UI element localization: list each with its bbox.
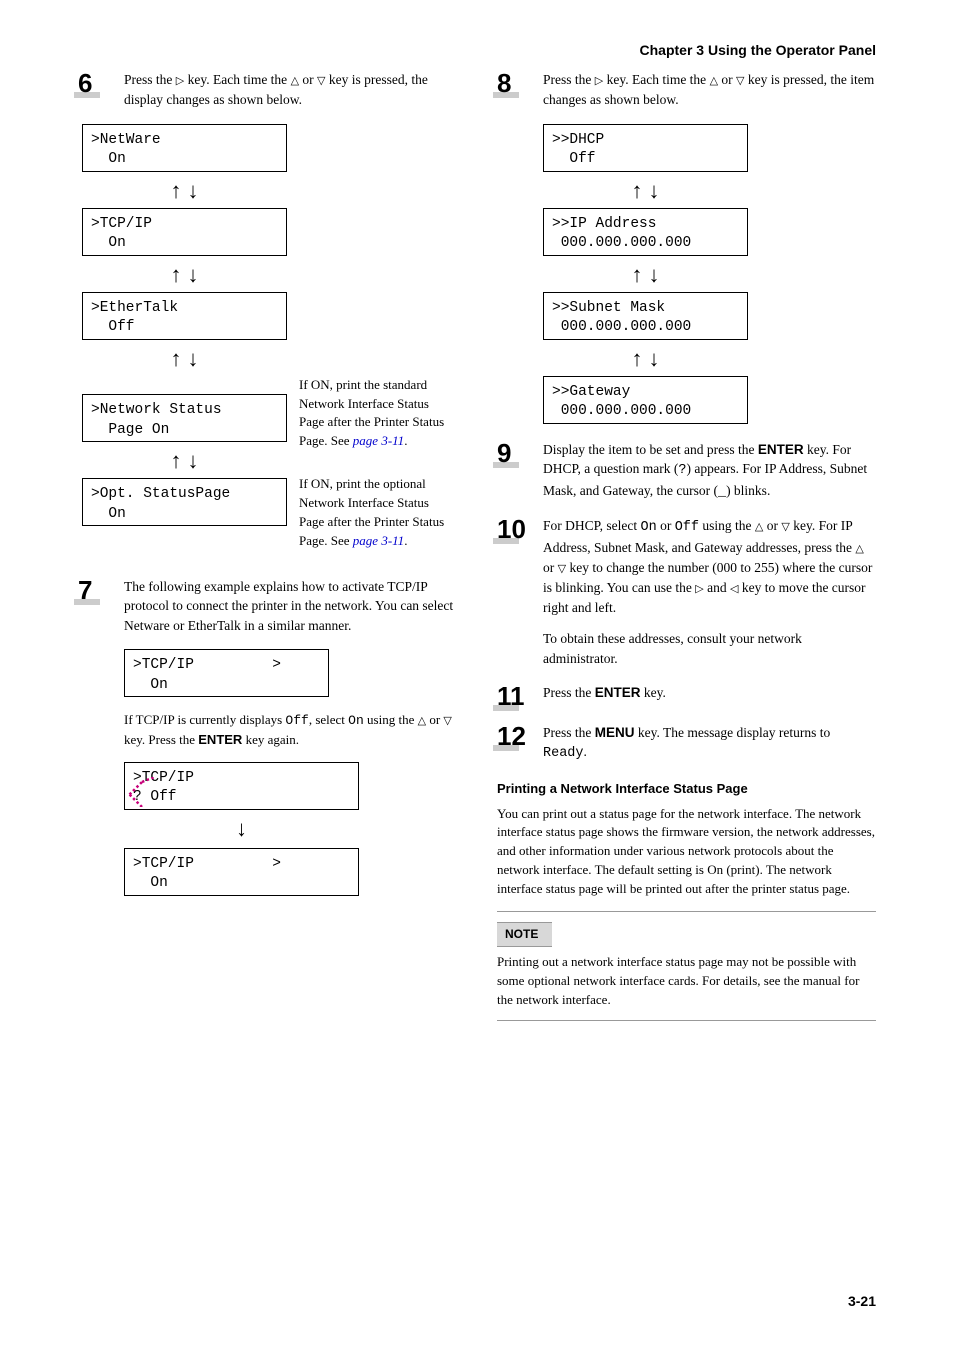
section-body: You can print out a status page for the … bbox=[497, 805, 876, 899]
lcd-tcpip: >TCP/IP On bbox=[82, 208, 287, 256]
page-link[interactable]: page 3-11 bbox=[353, 533, 404, 548]
updown-arrows-icon: ↑ ↓ bbox=[543, 264, 748, 286]
step-6-text: Press the key. Each time the or key is p… bbox=[124, 70, 457, 110]
step-9-number: 9 bbox=[497, 440, 531, 503]
page-link[interactable]: page 3-11 bbox=[353, 433, 404, 448]
page-number: 3-21 bbox=[848, 1291, 876, 1311]
lcd-tcpip-on2: >TCP/IP > On bbox=[124, 848, 359, 896]
lcd-ip-address: >>IP Address 000.000.000.000 bbox=[543, 208, 748, 256]
lcd-ethertalk: >EtherTalk Off bbox=[82, 292, 287, 340]
step-12-text: Press the MENU key. The message display … bbox=[543, 723, 876, 764]
updown-arrows-icon: ↑ ↓ bbox=[543, 180, 748, 202]
step-8-number: 8 bbox=[497, 70, 531, 110]
updown-arrows-icon: ↑ ↓ bbox=[543, 348, 748, 370]
step-11-text: Press the ENTER key. bbox=[543, 683, 876, 709]
updown-arrows-icon: ↑ ↓ bbox=[82, 348, 287, 370]
lcd-opt-statuspage: >Opt. StatusPage On bbox=[82, 478, 287, 526]
lcd-subnet-mask: >>Subnet Mask 000.000.000.000 bbox=[543, 292, 748, 340]
step-10-number: 10 bbox=[497, 516, 531, 668]
right-column: 8 Press the key. Each time the or key is… bbox=[497, 70, 876, 1026]
updown-arrows-icon: ↑ ↓ bbox=[82, 180, 287, 202]
section-heading: Printing a Network Interface Status Page bbox=[497, 780, 876, 799]
step-12-number: 12 bbox=[497, 723, 531, 764]
lcd-netware: >NetWare On bbox=[82, 124, 287, 172]
step-6-number: 6 bbox=[78, 70, 112, 110]
note-body: Printing out a network interface status … bbox=[497, 953, 876, 1021]
lcd-tcpip-on: >TCP/IP > On bbox=[124, 649, 329, 697]
chapter-title: Chapter 3 Using the Operator Panel bbox=[78, 40, 876, 60]
left-column: 6 Press the key. Each time the or key is… bbox=[78, 70, 457, 1026]
lcd-tcpip-off-cursor: >TCP/IP ? Off bbox=[124, 762, 359, 810]
side-text-network: If ON, print the standard Network Interf… bbox=[299, 376, 457, 451]
side-text-opt: If ON, print the optional Network Interf… bbox=[299, 475, 457, 550]
step-8-text: Press the key. Each time the or key is p… bbox=[543, 70, 876, 110]
step-7-text: The following example explains how to ac… bbox=[124, 577, 457, 636]
note-label: NOTE bbox=[497, 922, 552, 947]
step-7-number: 7 bbox=[78, 577, 112, 636]
lcd-network-status: >Network Status Page On bbox=[82, 394, 287, 442]
step-11-number: 11 bbox=[497, 683, 531, 709]
step-10-text: For DHCP, select On or Off using the or … bbox=[543, 516, 876, 668]
tcp-off-text: If TCP/IP is currently displays Off, sel… bbox=[124, 711, 457, 750]
lcd-gateway: >>Gateway 000.000.000.000 bbox=[543, 376, 748, 424]
updown-arrows-icon: ↑ ↓ bbox=[82, 450, 287, 472]
cursor-highlight-icon bbox=[127, 777, 157, 807]
lcd-dhcp: >>DHCP Off bbox=[543, 124, 748, 172]
updown-arrows-icon: ↑ ↓ bbox=[82, 264, 287, 286]
step-9-text: Display the item to be set and press the… bbox=[543, 440, 876, 503]
